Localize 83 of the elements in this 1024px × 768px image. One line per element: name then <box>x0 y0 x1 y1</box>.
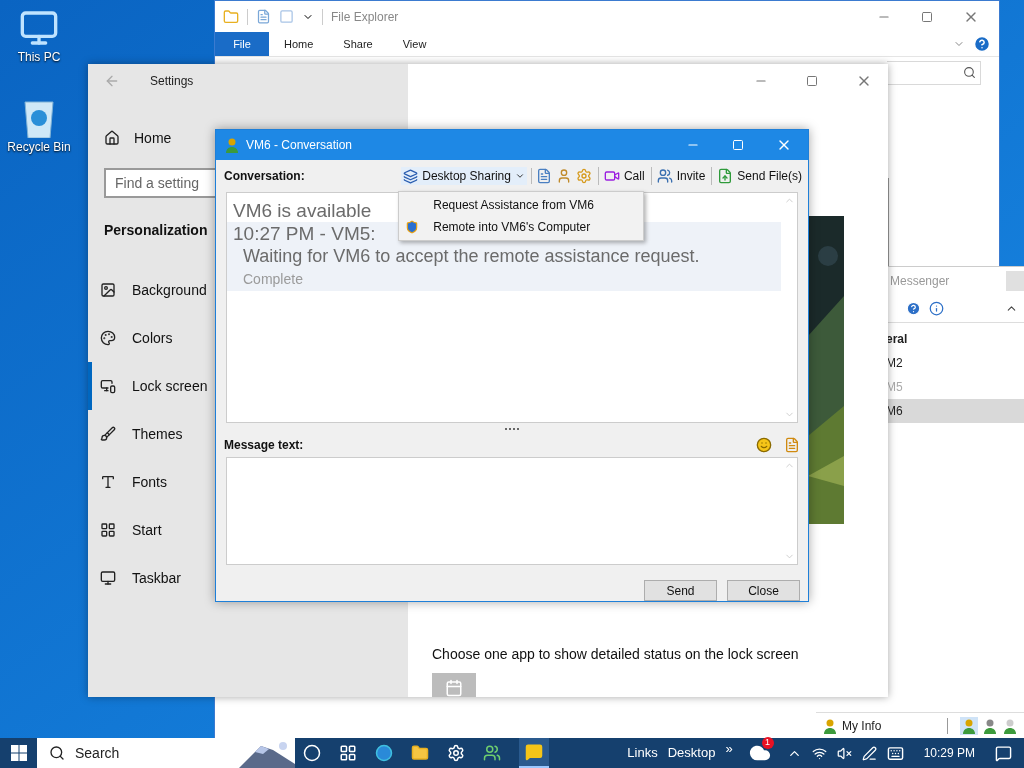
keyboard-icon[interactable] <box>886 744 904 762</box>
maximize-icon[interactable] <box>806 75 818 87</box>
message-text: 10:27 PM - VM5: <box>233 222 376 245</box>
smiley-icon[interactable] <box>756 437 772 453</box>
window-title: VM6 - Conversation <box>246 137 353 154</box>
home-icon[interactable] <box>104 130 120 146</box>
shield-icon <box>405 220 420 234</box>
notification-icon[interactable] <box>995 744 1012 762</box>
ribbon-tab[interactable]: Home <box>269 32 329 56</box>
message-label: Message text: <box>224 437 304 454</box>
conversation-label: Conversation: <box>224 168 305 185</box>
person-icon <box>822 717 838 734</box>
app-tile[interactable] <box>432 673 476 697</box>
file-arrow-icon <box>717 168 734 184</box>
caret-icon <box>514 171 525 181</box>
ribbon-tab[interactable]: Share <box>328 32 388 56</box>
dialog-button[interactable]: Send <box>644 580 717 601</box>
nav-item[interactable]: Fonts <box>88 458 171 506</box>
desktop-icon-label[interactable]: Recycle Bin <box>7 138 71 156</box>
person-icon <box>224 137 240 153</box>
desktop-toolbar[interactable]: Desktop <box>667 743 716 763</box>
person-icon <box>1002 717 1018 734</box>
more-toolbars[interactable]: » <box>725 739 733 759</box>
chat-bubble-icon[interactable] <box>525 743 543 761</box>
message-text: Complete <box>242 270 303 289</box>
search-field[interactable]: Find a setting <box>104 168 215 198</box>
toolbar-button[interactable]: Call <box>597 167 645 185</box>
home-link[interactable]: Home <box>134 127 172 149</box>
window-title: Settings <box>150 73 194 90</box>
picture-frame-icon <box>100 282 116 298</box>
palette-icon <box>100 330 116 346</box>
status-description: Choose one app to show detailed status on the lock screen <box>432 645 800 664</box>
people-icon[interactable] <box>483 744 501 762</box>
desktop-icon-label[interactable]: This PC <box>17 48 61 66</box>
ribbon-tab[interactable]: View <box>387 32 442 56</box>
circle-icon[interactable] <box>303 744 321 762</box>
help-icon[interactable] <box>973 35 991 53</box>
grid-icon <box>100 522 116 538</box>
pen-icon[interactable] <box>861 745 877 761</box>
window-title: Messenger <box>890 273 950 290</box>
search-field[interactable]: Search <box>37 738 295 768</box>
person-icon <box>982 717 998 734</box>
maximize-icon[interactable] <box>921 10 933 23</box>
nav-item[interactable]: Lock screen <box>88 362 212 410</box>
calendar-icon <box>445 679 463 697</box>
ribbon-tab[interactable]: File <box>215 32 269 56</box>
settings-icon[interactable] <box>447 744 465 762</box>
toolbar-button[interactable]: Invite <box>650 167 706 185</box>
window-title: File Explorer <box>331 8 399 26</box>
monitor-icon <box>100 570 116 586</box>
links-toolbar[interactable]: Links <box>627 743 658 763</box>
my-info-label[interactable]: My Info <box>842 716 882 735</box>
menu-item[interactable]: Remote into VM6's Computer <box>399 216 644 238</box>
message-text: VM6 is available <box>233 199 372 222</box>
info-icon[interactable] <box>929 301 944 316</box>
nav-item[interactable]: Colors <box>88 314 177 362</box>
nav-item[interactable]: Start <box>88 506 166 554</box>
message-text: Waiting for VM6 to accept the remote assistance request. <box>242 245 700 268</box>
folder-icon[interactable] <box>411 744 429 762</box>
screens-icon <box>403 168 419 184</box>
clock[interactable]: 10:29 PM <box>923 744 975 762</box>
muted-speaker-icon[interactable] <box>836 745 852 761</box>
dialog-button[interactable]: Close <box>727 580 800 601</box>
menu-item[interactable]: Request Assistance from VM6 <box>399 194 644 216</box>
section-heading: Personalization <box>104 220 208 240</box>
brush-icon <box>100 426 116 442</box>
nav-item[interactable]: Background <box>88 266 211 314</box>
toolbar-button[interactable]: Send File(s) <box>711 167 802 185</box>
nav-item[interactable]: Taskbar <box>88 554 186 602</box>
note-icon[interactable] <box>784 437 800 453</box>
computer-icon[interactable] <box>19 8 59 48</box>
help-icon[interactable] <box>906 301 921 316</box>
monitor-icon <box>100 378 116 394</box>
document-icon[interactable] <box>535 168 552 184</box>
search-icon <box>963 66 976 79</box>
letter-icon <box>100 474 116 490</box>
nav-item[interactable]: Themes <box>88 410 187 458</box>
search-icon <box>49 745 65 761</box>
windows-logo-icon[interactable] <box>10 745 27 761</box>
network-icon[interactable] <box>811 745 827 761</box>
desktop-sharing-button[interactable]: Desktop Sharing <box>401 167 527 185</box>
people-icon <box>656 168 673 184</box>
video-camera-icon <box>603 168 620 184</box>
